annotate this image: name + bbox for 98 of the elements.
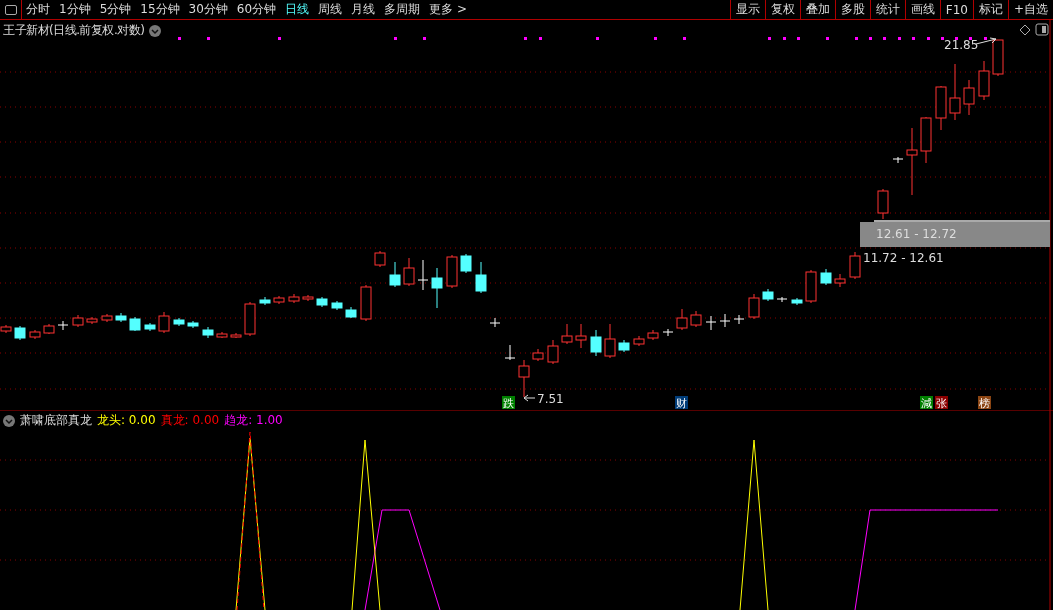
candlestick: [244, 301, 256, 337]
period-tab[interactable]: 日线: [281, 1, 315, 18]
period-tab[interactable]: 更多 >: [425, 1, 472, 18]
candlestick: [849, 251, 861, 280]
candlestick: [316, 296, 328, 308]
candlestick: [877, 188, 889, 220]
diamond-icon: [1019, 24, 1031, 36]
candlestick: [173, 317, 185, 327]
candlestick: [561, 323, 573, 345]
candlestick: [14, 325, 26, 341]
candlestick: [216, 331, 228, 339]
marker-text: 榜: [978, 397, 990, 410]
period-tab[interactable]: 30分钟: [184, 1, 233, 18]
candlestick: [647, 329, 659, 341]
candlestick: [431, 267, 443, 309]
marker-text: 财: [675, 397, 687, 410]
candlestick: [331, 300, 343, 311]
period-tab[interactable]: 分时: [22, 1, 55, 18]
candlestick: [403, 257, 415, 287]
period-tab[interactable]: 周线: [314, 1, 348, 18]
candlestick: [920, 116, 932, 164]
chart-title: 王子新材(日线.前复权.对数): [3, 22, 145, 39]
candlestick: [374, 250, 386, 268]
candlestick: [345, 306, 357, 319]
marker-text: 张: [935, 397, 947, 410]
indicator-value: 龙头: 0.00: [97, 412, 156, 429]
candlestick: [259, 296, 271, 306]
high-price-label: 21.85: [944, 38, 979, 52]
candlestick: [72, 314, 84, 328]
candlestick: [748, 293, 760, 320]
candlestick: [489, 317, 501, 328]
candlestick: [101, 313, 113, 323]
candlestick: [949, 63, 961, 121]
candlestick: [776, 296, 788, 303]
candlestick: [129, 316, 141, 332]
candlestick: [733, 314, 745, 325]
candlestick: [389, 261, 401, 288]
candlestick: [86, 316, 98, 325]
marker-text: 跌: [502, 397, 514, 410]
candlestick: [302, 294, 314, 302]
candlestick: [504, 344, 516, 361]
candlestick: [978, 60, 990, 101]
arrow-icon: [523, 394, 536, 402]
indicator-name: 萧啸底部真龙: [20, 412, 92, 429]
candlestick: [791, 297, 803, 306]
candlestick: [935, 85, 947, 131]
dropdown-icon[interactable]: [148, 24, 161, 37]
candlestick: [288, 293, 300, 304]
candlestick: [820, 268, 832, 286]
candlestick: [676, 308, 688, 331]
candlestick: [417, 259, 429, 291]
candlestick: [144, 322, 156, 332]
candlestick: [805, 269, 817, 304]
dropdown-icon[interactable]: [3, 414, 15, 427]
candlestick: [518, 359, 530, 398]
candlestick: [475, 261, 487, 294]
candlestick: [705, 315, 717, 331]
candlestick: [29, 329, 41, 340]
candlestick: [158, 311, 170, 334]
period-tab[interactable]: 15分钟: [136, 1, 185, 18]
candlestick: [115, 312, 127, 323]
price-band-label: 12.61 - 12.72: [876, 227, 957, 241]
candlestick: [892, 156, 904, 164]
period-tab[interactable]: 月线: [347, 1, 381, 18]
candlestick: [230, 332, 242, 339]
candlestick: [57, 320, 69, 331]
price-range-label: 11.72 - 12.61: [863, 251, 944, 265]
candlestick: [906, 127, 918, 196]
candlestick: [273, 295, 285, 305]
candlestick: [834, 273, 846, 288]
period-tab[interactable]: 1分钟: [55, 1, 96, 18]
indicator-value: 趋龙: 1.00: [224, 412, 283, 429]
candlestick: [618, 339, 630, 353]
candlestick: [43, 323, 55, 335]
marker-text: 減: [920, 397, 932, 410]
period-tab[interactable]: 60分钟: [232, 1, 282, 18]
indicator-value: 真龙: 0.00: [160, 412, 220, 429]
candlestick: [187, 320, 199, 329]
candlestick: [202, 326, 214, 339]
candlestick: [547, 339, 559, 365]
candlestick: [719, 313, 731, 328]
candlestick: [532, 348, 544, 362]
candlestick: [575, 323, 587, 349]
candlestick: [633, 335, 645, 347]
candlestick: [762, 288, 774, 302]
panel-toggle-icon[interactable]: [1035, 23, 1049, 36]
candlestick: [992, 39, 1004, 77]
candlestick: [662, 328, 674, 337]
candlestick: [963, 79, 975, 116]
candlestick: [446, 254, 458, 289]
period-tab[interactable]: 多周期: [380, 1, 426, 18]
period-tab[interactable]: 5分钟: [95, 1, 137, 18]
candlestick: [604, 323, 616, 359]
candlestick: [690, 310, 702, 328]
candlestick: [460, 253, 472, 274]
low-price-label: 7.51: [537, 392, 564, 406]
candlestick: [360, 284, 372, 322]
candlestick: [590, 329, 602, 357]
